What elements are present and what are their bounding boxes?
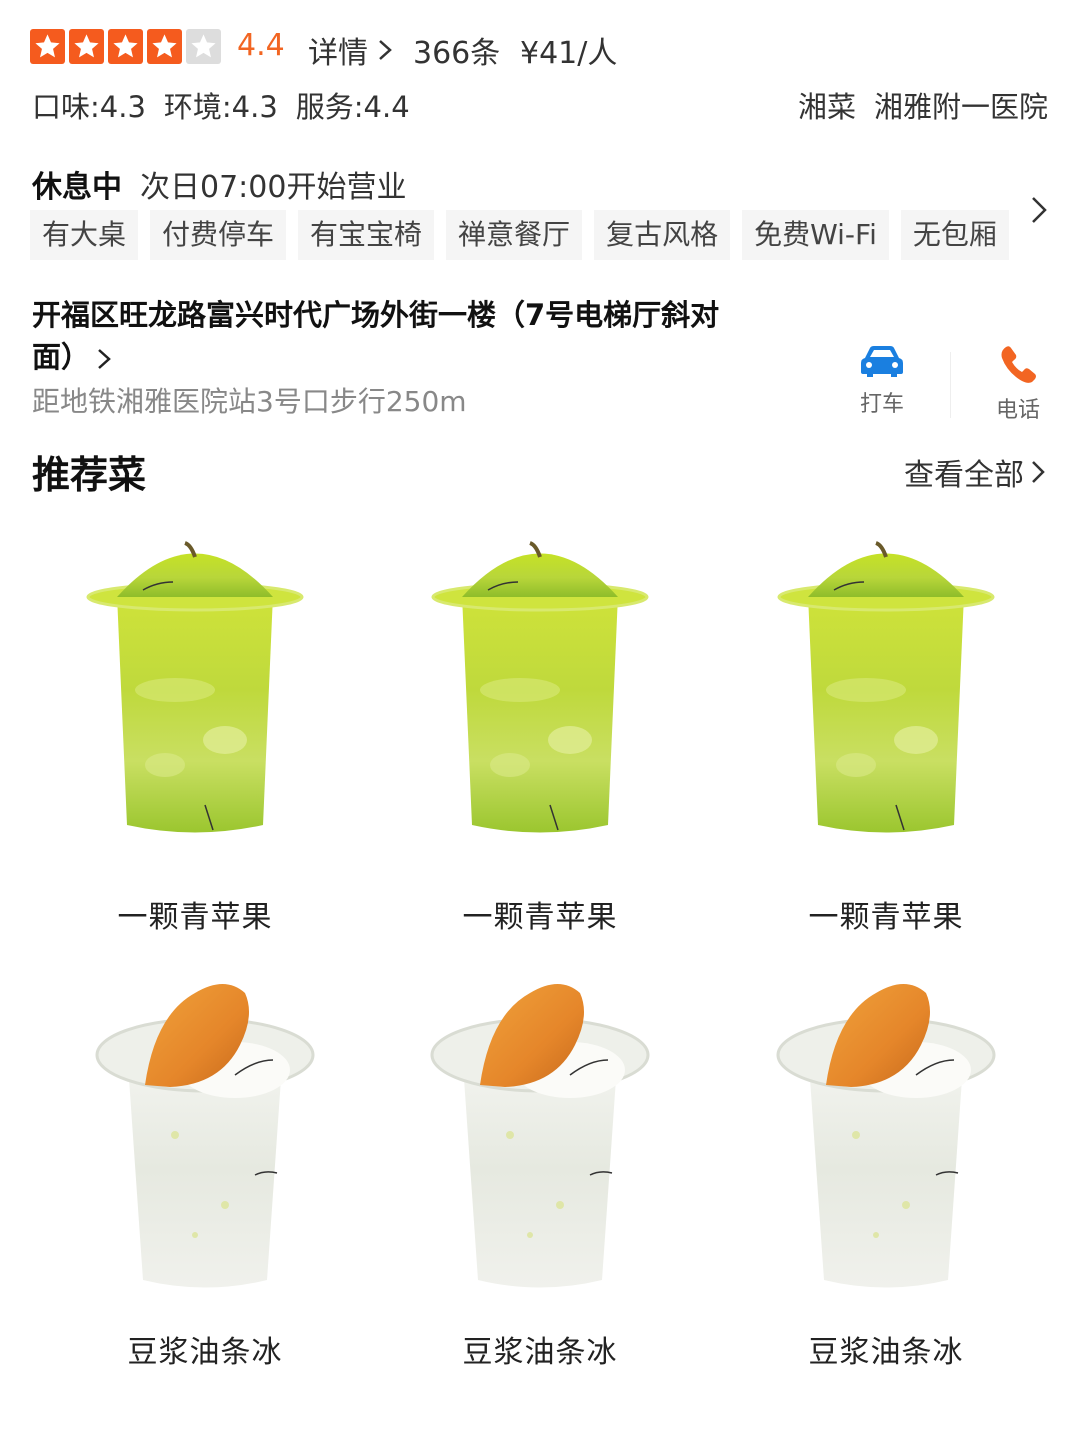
dish-name: 豆浆油条冰 <box>808 1335 964 1370</box>
star-filled-icon <box>30 29 65 64</box>
rating-score: 4.4 <box>237 28 285 63</box>
taxi-button[interactable]: 打车 <box>832 344 932 418</box>
tag-item: 付费停车 <box>150 210 287 260</box>
phone-icon <box>1001 346 1036 383</box>
tag-item: 有宝宝椅 <box>298 210 435 260</box>
address-link[interactable]: 开福区旺龙路富兴时代广场外街一楼（7号电梯厅斜对面） <box>32 294 752 378</box>
rating-stars <box>30 29 221 64</box>
address-text: 开福区旺龙路富兴时代广场外街一楼（7号电梯厅斜对面） <box>32 298 720 374</box>
action-divider <box>950 352 951 418</box>
soymilk-youtiao-ice-image <box>430 982 650 1289</box>
subway-distance: 距地铁湘雅医院站3号口步行250m <box>32 385 467 418</box>
view-all-link[interactable]: 查看全部 <box>904 450 1048 494</box>
score-service: 服务:4.4 <box>295 90 410 124</box>
green-apple-drink-image <box>86 541 304 835</box>
chevron-right-icon <box>379 40 392 60</box>
taxi-label: 打车 <box>859 392 904 417</box>
tag-item: 复古风格 <box>594 210 731 260</box>
sub-scores: 口味:4.3 环境:4.3 服务:4.4 <box>32 84 410 126</box>
chevron-right-icon <box>1032 461 1045 483</box>
dish-name: 一颗青苹果 <box>117 900 273 935</box>
review-count[interactable]: 366条 <box>413 28 500 72</box>
car-icon <box>861 346 903 377</box>
dish-card[interactable]: 豆浆油条冰 <box>736 975 1036 1371</box>
category-cuisine[interactable]: 湘菜 <box>798 84 856 126</box>
facility-tags[interactable]: 有大桌 付费停车 有宝宝椅 禅意餐厅 复古风格 免费Wi-Fi 无包厢 <box>30 210 1009 260</box>
score-taste: 口味:4.3 <box>32 90 146 124</box>
status-label: 休息中 <box>32 170 122 205</box>
price-per-person: ¥41/人 <box>520 36 618 71</box>
dish-card[interactable]: 一颗青苹果 <box>736 540 1036 936</box>
dish-card[interactable]: 一颗青苹果 <box>45 540 345 936</box>
dish-card[interactable]: 一颗青苹果 <box>390 540 690 936</box>
green-apple-drink-image <box>431 541 649 835</box>
tag-item: 有大桌 <box>30 210 139 260</box>
view-all-label: 查看全部 <box>904 458 1024 493</box>
soymilk-youtiao-ice-image <box>776 982 996 1289</box>
categories: 湘菜 湘雅附一医院 <box>798 84 1048 126</box>
soymilk-youtiao-ice-image <box>95 982 315 1289</box>
chevron-right-icon <box>98 349 111 369</box>
score-environment: 环境:4.3 <box>163 90 278 124</box>
dish-name: 豆浆油条冰 <box>127 1335 283 1370</box>
call-button[interactable]: 电话 <box>968 344 1068 424</box>
dish-name: 一颗青苹果 <box>462 900 618 935</box>
tag-item: 无包厢 <box>900 210 1009 260</box>
detail-link[interactable]: 详情 <box>308 28 396 72</box>
dish-name: 豆浆油条冰 <box>462 1335 618 1370</box>
opening-hours: 次日07:00开始营业 <box>140 170 407 205</box>
detail-label: 详情 <box>308 36 368 71</box>
green-apple-drink-image <box>777 541 995 835</box>
category-area[interactable]: 湘雅附一医院 <box>874 84 1048 126</box>
business-status[interactable]: 休息中 次日07:00开始营业 <box>32 162 406 206</box>
star-filled-icon <box>108 29 143 64</box>
section-title: 推荐菜 <box>32 453 147 497</box>
chevron-right-icon[interactable] <box>1026 195 1052 225</box>
call-label: 电话 <box>995 398 1040 423</box>
star-empty-icon <box>186 29 221 64</box>
dish-card[interactable]: 豆浆油条冰 <box>390 975 690 1371</box>
dish-card[interactable]: 豆浆油条冰 <box>55 975 355 1371</box>
tag-item: 禅意餐厅 <box>446 210 583 260</box>
star-filled-icon <box>147 29 182 64</box>
star-filled-icon <box>69 29 104 64</box>
dish-name: 一颗青苹果 <box>808 900 964 935</box>
tag-item: 免费Wi-Fi <box>742 210 889 260</box>
